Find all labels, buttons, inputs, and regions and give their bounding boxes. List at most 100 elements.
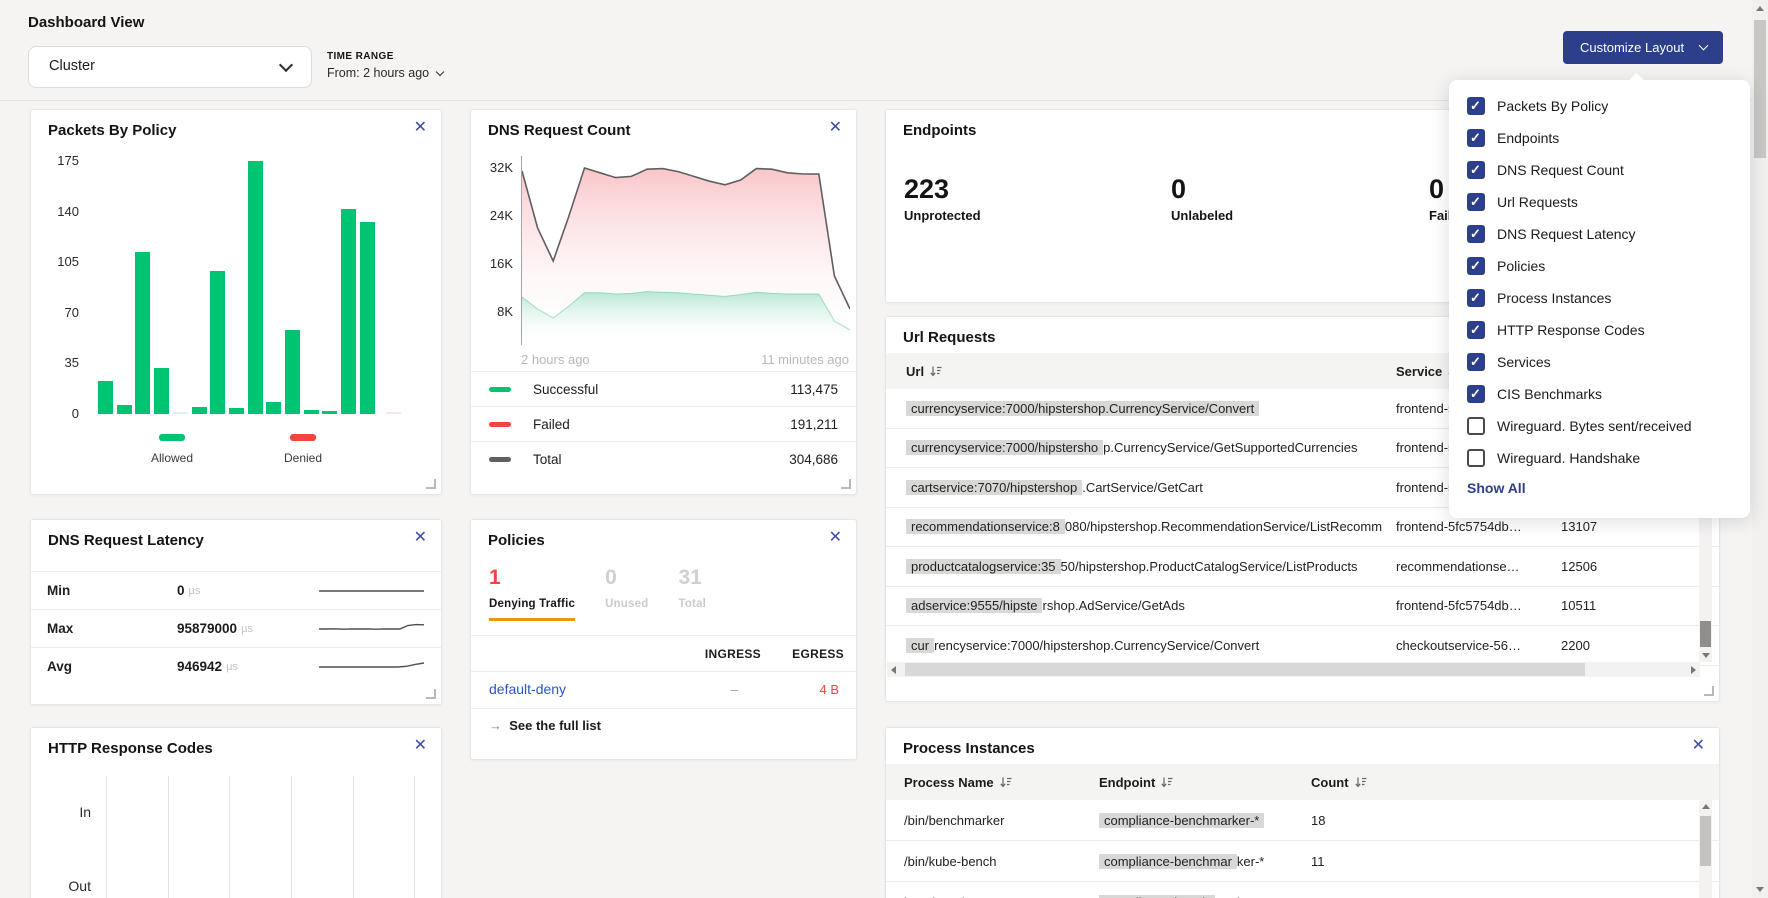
url-highlight: recommendationservice:8 — [906, 519, 1065, 534]
packets-bar-chart — [98, 161, 433, 414]
menu-item-policies[interactable]: Policies — [1467, 256, 1736, 276]
horizontal-scrollbar[interactable] — [887, 662, 1700, 677]
close-icon[interactable] — [1692, 738, 1705, 754]
checkbox-checked-icon[interactable] — [1467, 321, 1485, 339]
checkbox-checked-icon[interactable] — [1467, 353, 1485, 371]
close-icon[interactable] — [414, 738, 427, 754]
close-icon[interactable] — [414, 120, 427, 136]
column-header-process-name[interactable]: Process Name — [904, 775, 1099, 790]
latency-unit: µs — [226, 661, 238, 673]
latency-row-avg: Avg946942µs — [31, 647, 441, 685]
menu-item-packets-by-policy[interactable]: Packets By Policy — [1467, 96, 1736, 116]
checkbox-checked-icon[interactable] — [1467, 129, 1485, 147]
see-full-list-link[interactable]: See the full list — [489, 718, 601, 733]
allowed-bar — [229, 408, 244, 414]
gridline — [291, 776, 292, 898]
resize-handle[interactable] — [426, 479, 436, 489]
close-icon[interactable] — [414, 530, 427, 546]
scroll-right-arrow[interactable] — [1691, 666, 1696, 674]
scroll-up-arrow[interactable] — [1702, 804, 1710, 809]
stat-unlabeled: 0 Unlabeled — [1171, 174, 1233, 223]
column-header-count[interactable]: Count — [1311, 775, 1719, 790]
scrollbar-thumb[interactable] — [905, 663, 1585, 676]
menu-item-dns-request-latency[interactable]: DNS Request Latency — [1467, 224, 1736, 244]
resize-handle[interactable] — [1704, 686, 1714, 696]
tab-label: Unused — [605, 598, 648, 610]
menu-item-http-response-codes[interactable]: HTTP Response Codes — [1467, 320, 1736, 340]
legend-value: 304,686 — [789, 452, 838, 467]
divider — [471, 671, 856, 672]
endpoint-highlight: compliance-benchmar — [1099, 854, 1237, 869]
scrollbar-thumb[interactable] — [1754, 20, 1766, 158]
policies-tab-unused[interactable]: 0Unused — [605, 566, 648, 621]
checkbox-checked-icon[interactable] — [1467, 161, 1485, 179]
checkbox-unchecked-icon[interactable] — [1467, 449, 1485, 467]
column-header-endpoint[interactable]: Endpoint — [1099, 775, 1311, 790]
allowed-bar — [248, 161, 263, 414]
column-label: Endpoint — [1099, 775, 1155, 790]
menu-item-label: HTTP Response Codes — [1497, 322, 1645, 338]
page-scrollbar[interactable] — [1752, 0, 1768, 898]
checkbox-checked-icon[interactable] — [1467, 97, 1485, 115]
menu-item-endpoints[interactable]: Endpoints — [1467, 128, 1736, 148]
policies-tab-denying-traffic[interactable]: 1Denying Traffic — [489, 566, 575, 621]
menu-item-wireguard-bytes-sent-received[interactable]: Wireguard. Bytes sent/received — [1467, 416, 1736, 436]
scroll-left-arrow[interactable] — [891, 666, 896, 674]
scroll-down-arrow[interactable] — [1702, 653, 1710, 658]
url-cell: currencyservice:7000/hipstershop.Currenc… — [906, 440, 1396, 455]
checkbox-checked-icon[interactable] — [1467, 385, 1485, 403]
card-title: HTTP Response Codes — [48, 740, 213, 757]
resize-handle[interactable] — [841, 479, 851, 489]
scroll-up-arrow[interactable] — [1756, 6, 1764, 11]
menu-item-cis-benchmarks[interactable]: CIS Benchmarks — [1467, 384, 1736, 404]
menu-item-dns-request-count[interactable]: DNS Request Count — [1467, 160, 1736, 180]
process-table-header: Process NameEndpoint Count — [886, 764, 1719, 800]
latency-sparkline — [318, 618, 425, 640]
url-cell: recommendationservice:8080/hipstershop.R… — [906, 519, 1396, 534]
process-name-cell: /bin/benchmarker — [904, 813, 1099, 828]
checkbox-checked-icon[interactable] — [1467, 289, 1485, 307]
menu-item-label: Packets By Policy — [1497, 98, 1608, 114]
latency-unit: µs — [189, 585, 201, 597]
table-row: benchmarkercompliance-benchmarker-*9 — [886, 882, 1719, 898]
menu-item-wireguard-handshake[interactable]: Wireguard. Handshake — [1467, 448, 1736, 468]
scrollbar-thumb[interactable] — [1700, 816, 1711, 866]
customize-layout-button[interactable]: Customize Layout — [1563, 31, 1723, 64]
allowed-bar — [173, 412, 188, 414]
card-policies: Policies 1Denying Traffic0Unused31Total … — [470, 519, 857, 760]
menu-item-label: Policies — [1497, 258, 1545, 274]
column-header-url[interactable]: Url — [906, 364, 1396, 379]
policy-link[interactable]: default-deny — [489, 681, 566, 697]
scrollbar-thumb[interactable] — [1700, 621, 1711, 647]
time-range-value[interactable]: From: 2 hours ago — [327, 66, 445, 80]
column-label: Service — [1396, 364, 1442, 379]
gridline — [106, 776, 107, 898]
checkbox-unchecked-icon[interactable] — [1467, 417, 1485, 435]
menu-item-services[interactable]: Services — [1467, 352, 1736, 372]
time-range: TIME RANGE From: 2 hours ago — [327, 51, 445, 80]
endpoint-cell: compliance-benchmarker-* — [1099, 895, 1311, 898]
url-highlight: currencyservice:7000/hipstershop.Currenc… — [906, 401, 1259, 416]
show-all-link[interactable]: Show All — [1467, 480, 1526, 496]
latency-row-max: Max95879000µs — [31, 609, 441, 647]
checkbox-checked-icon[interactable] — [1467, 257, 1485, 275]
latency-sparkline — [318, 656, 425, 678]
close-icon[interactable] — [829, 120, 842, 136]
close-icon[interactable] — [829, 530, 842, 546]
menu-item-process-instances[interactable]: Process Instances — [1467, 288, 1736, 308]
gridline — [353, 776, 354, 898]
y-axis-tick: 105 — [43, 254, 79, 269]
policies-tab-total[interactable]: 31Total — [678, 566, 706, 621]
menu-item-url-requests[interactable]: Url Requests — [1467, 192, 1736, 212]
checkbox-checked-icon[interactable] — [1467, 225, 1485, 243]
scroll-down-arrow[interactable] — [1756, 887, 1764, 892]
vertical-scrollbar[interactable] — [1699, 800, 1712, 898]
dns-area-chart — [521, 156, 850, 345]
chevron-down-icon — [1699, 41, 1709, 51]
url-rest: 50/hipstershop.ProductCatalogService/Lis… — [1061, 559, 1358, 574]
menu-item-label: CIS Benchmarks — [1497, 386, 1602, 402]
url-cell: currencyservice:7000/hipstershop.Currenc… — [906, 401, 1396, 416]
view-selector[interactable]: Cluster — [28, 46, 312, 88]
checkbox-checked-icon[interactable] — [1467, 193, 1485, 211]
resize-handle[interactable] — [426, 689, 436, 699]
